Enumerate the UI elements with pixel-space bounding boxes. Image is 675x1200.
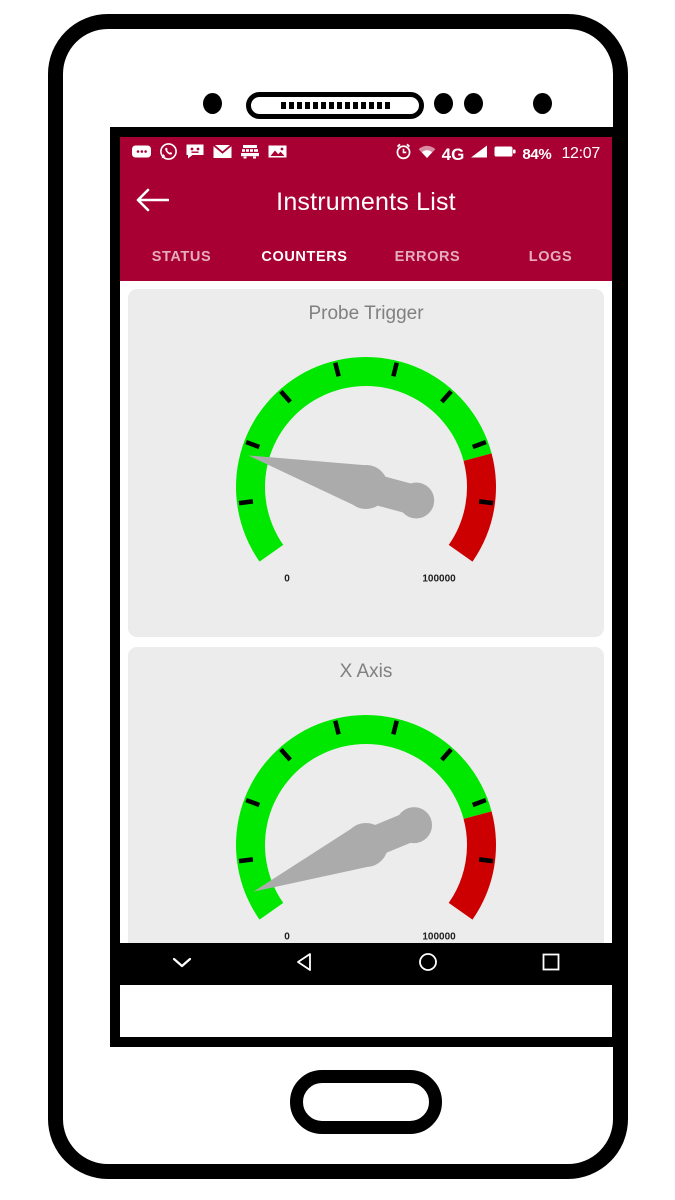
gauge-card[interactable]: Probe Trigger 0 100000 — [128, 289, 604, 637]
light-sensor-icon — [434, 93, 453, 114]
gauge-svg: 0 100000 — [236, 715, 496, 943]
sms-icon — [132, 144, 151, 164]
back-nav-button[interactable] — [243, 952, 366, 977]
gauge-title: X Axis — [339, 661, 393, 682]
battery-icon — [494, 145, 516, 163]
email-icon — [212, 144, 233, 164]
home-button[interactable] — [290, 1070, 442, 1134]
hide-keyboard-icon — [171, 954, 193, 975]
recents-nav-button[interactable] — [489, 953, 612, 976]
home-circle-icon — [418, 952, 438, 977]
phone-bezel: 4G 84% 12:07 Instruments List STATUS COU… — [110, 127, 622, 1047]
whatsapp-icon — [160, 143, 177, 165]
tab-status[interactable]: STATUS — [120, 249, 243, 265]
status-bar-notifications — [132, 143, 395, 165]
tab-errors[interactable]: ERRORS — [366, 249, 489, 265]
gauge-svg: 0 100000 — [236, 357, 496, 585]
status-bar: 4G 84% 12:07 — [120, 137, 612, 171]
svg-text:0: 0 — [284, 932, 290, 943]
battery-percent-label: 84% — [522, 145, 552, 163]
wifi-icon — [418, 145, 436, 164]
led-indicator-icon — [533, 93, 552, 114]
gauge-x-axis: 0 100000 — [128, 685, 604, 943]
proximity-sensor-icon — [203, 93, 222, 114]
android-nav-bar — [120, 943, 612, 985]
gauge-probe-trigger: 0 100000 — [128, 327, 604, 627]
gauge-card[interactable]: X Axis 0 100000 — [128, 647, 604, 943]
phone-screen: 4G 84% 12:07 Instruments List STATUS COU… — [120, 137, 612, 1037]
transit-icon — [241, 144, 259, 164]
screen-bottom-inset — [120, 985, 612, 999]
tab-counters[interactable]: COUNTERS — [243, 249, 366, 265]
front-camera-icon — [464, 93, 483, 114]
arrow-left-icon — [135, 186, 170, 219]
svg-text:0: 0 — [284, 574, 290, 585]
svg-text:100000: 100000 — [422, 574, 456, 585]
photo-icon — [268, 144, 287, 164]
alarm-clock-icon — [395, 143, 412, 165]
back-triangle-icon — [295, 952, 315, 977]
tab-bar: STATUS COUNTERS ERRORS LOGS — [120, 233, 612, 281]
phone-frame: 4G 84% 12:07 Instruments List STATUS COU… — [48, 14, 628, 1179]
gauge-list[interactable]: Probe Trigger 0 100000 X Axis 0 100000 — [120, 281, 612, 943]
signal-bars-icon — [470, 144, 488, 164]
tab-logs[interactable]: LOGS — [489, 249, 612, 265]
gauge-title: Probe Trigger — [308, 303, 424, 324]
status-bar-system: 4G 84% 12:07 — [395, 143, 600, 165]
svg-text:100000: 100000 — [422, 932, 456, 943]
status-bar-clock: 12:07 — [561, 145, 600, 162]
earpiece-speaker — [246, 92, 424, 119]
app-bar: Instruments List — [120, 171, 612, 233]
home-nav-button[interactable] — [366, 952, 489, 977]
hide-keyboard-button[interactable] — [120, 954, 243, 975]
chat-face-icon — [186, 144, 204, 164]
network-type-icon: 4G — [441, 144, 465, 164]
recents-square-icon — [542, 953, 560, 976]
back-button[interactable] — [120, 171, 184, 233]
page-title: Instruments List — [276, 187, 456, 216]
